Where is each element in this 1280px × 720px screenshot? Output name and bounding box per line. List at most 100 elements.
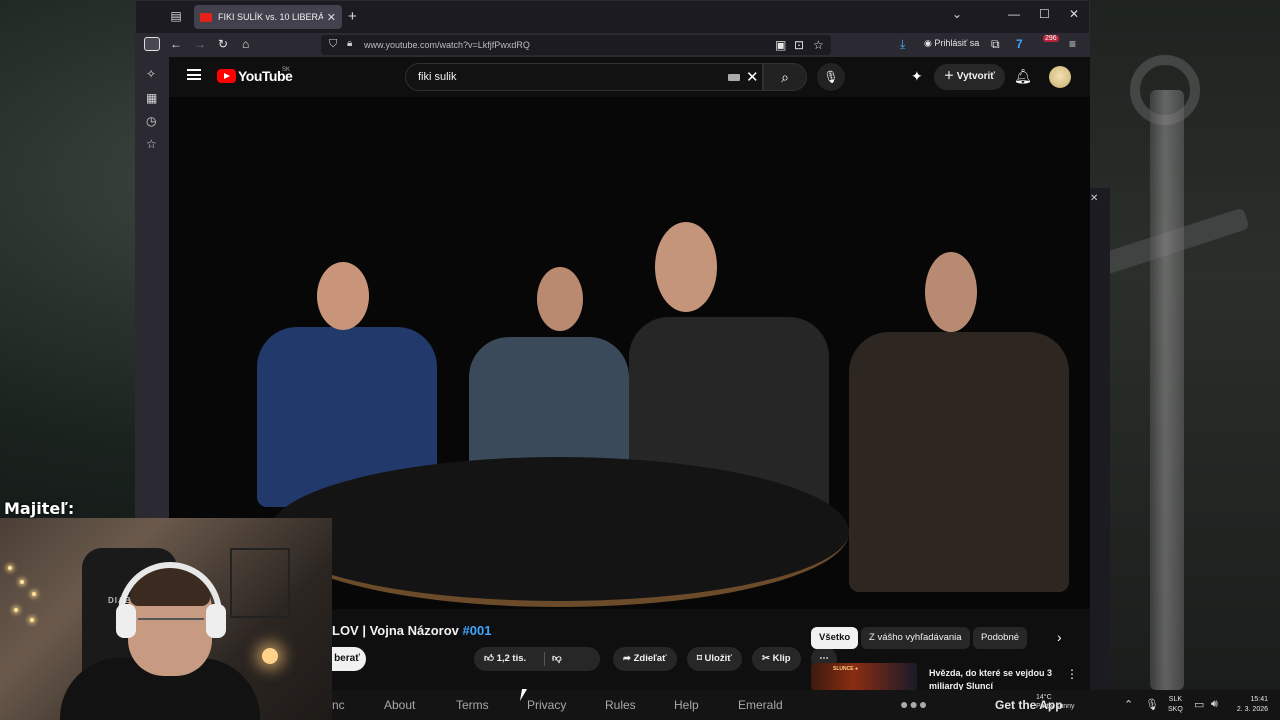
save-button[interactable]: ⌑ Uložiť <box>687 647 742 671</box>
maximize-icon[interactable]: ☐ <box>1039 7 1050 21</box>
extension-badge: 296 <box>1043 35 1059 42</box>
clip-button[interactable]: ✂ Klip <box>752 647 801 671</box>
premium-sparkle-icon[interactable]: ✦ <box>911 68 923 85</box>
bookmarks-icon[interactable]: ☆ <box>146 137 157 151</box>
shield-icon[interactable]: ⛉ <box>329 38 337 51</box>
list-all-tabs-icon[interactable]: ⌄ <box>952 7 962 21</box>
bookmark-star-icon[interactable]: ☆ <box>813 38 824 52</box>
new-tab-icon[interactable]: + <box>348 8 357 25</box>
clock-date: 2. 3. 2026 <box>1236 706 1268 713</box>
more-dots-icon[interactable]: ●●● <box>900 696 928 712</box>
lock-icon[interactable]: 🔒︎ <box>347 38 352 49</box>
url-text: www.youtube.com/watch?v=LkfjfPwxdRQ <box>364 40 530 50</box>
footer-link-rules[interactable]: Rules <box>605 698 636 712</box>
notifications-bell-icon[interactable]: 🔔︎ <box>1014 68 1032 85</box>
create-label: Vytvoriť <box>956 71 996 82</box>
like-button[interactable]: 👍︎ 1,2 tis. <box>484 653 526 664</box>
fairy-light <box>30 618 34 622</box>
footer-link-emerald[interactable]: Emerald <box>738 698 783 712</box>
home-icon[interactable]: ⌂ <box>242 37 249 51</box>
extension-7tv-icon[interactable]: 7 <box>1016 37 1023 51</box>
chips-next-chevron-icon[interactable]: › <box>1057 629 1062 645</box>
footer-link-inc[interactable]: nc <box>332 698 345 712</box>
app-menu-icon[interactable]: ≡ <box>1069 37 1076 51</box>
minimize-icon[interactable]: — <box>1008 7 1020 21</box>
extensions-icon[interactable]: ⧉ <box>991 37 1000 52</box>
share-button[interactable]: ➦ Zdieľať <box>613 647 677 671</box>
search-button[interactable]: ⌕ <box>763 63 807 91</box>
footer-link-terms[interactable]: Terms <box>456 698 489 712</box>
weather-desc: Partly sunny <box>1036 703 1075 710</box>
mic-tray-icon[interactable]: 🎙︎ <box>1145 698 1159 711</box>
avatar[interactable] <box>1049 66 1071 88</box>
clock[interactable]: 15:41 2. 3. 2026 <box>1232 695 1268 715</box>
youtube-logo-icon[interactable] <box>217 69 236 83</box>
chip-all[interactable]: Všetko <box>811 627 859 649</box>
recommendation-more-icon[interactable]: ⋮ <box>1066 667 1078 681</box>
tab-youtube[interactable]: FIKI SULÍK vs. 10 LIBERÁLOV | V... ✕ <box>194 5 342 29</box>
sign-in-button[interactable]: ◉ Prihlásiť sa <box>924 38 979 49</box>
subscribe-button[interactable]: berať <box>332 647 366 671</box>
forward-icon[interactable]: → <box>194 37 206 51</box>
hamburger-menu-icon[interactable] <box>187 69 201 80</box>
display-tray-icon[interactable]: ▭ <box>1194 698 1204 711</box>
chip-related[interactable]: Podobné <box>973 627 1028 649</box>
video-title: LOV | Vojna Názorov #001 <box>332 623 491 638</box>
footer-link-privacy[interactable]: Privacy <box>527 698 566 712</box>
chip-from-search[interactable]: Z vášho vyhľadávania <box>861 627 970 649</box>
save-label: Uložiť <box>704 653 732 664</box>
webcam-shelf <box>230 548 290 618</box>
synced-tabs-icon[interactable]: ▦ <box>146 91 157 105</box>
fairy-light <box>20 580 24 584</box>
tray-chevron-icon[interactable]: ⌃ <box>1124 698 1133 711</box>
thumbnail-text: SLUNCE ● <box>833 666 858 672</box>
background-window-close-icon[interactable]: ✕ <box>1090 193 1100 204</box>
video-person-3-head <box>655 222 717 312</box>
language-top: SLK <box>1168 696 1183 703</box>
language-indicator[interactable]: SLK SKQ <box>1168 695 1183 715</box>
webcam-lamp <box>262 648 278 664</box>
background-window-strip <box>1090 188 1110 688</box>
youtube-header: YouTube SK fiki sulik ✕ ⌕ 🎙︎ ✦ ＋ Vytvori… <box>169 57 1090 97</box>
like-divider <box>544 652 545 666</box>
keyboard-icon[interactable] <box>728 74 740 81</box>
language-bottom: SKQ <box>1168 706 1183 713</box>
webcam-label: Majiteľ: <box>4 499 75 518</box>
weather-temp: 14°C <box>1036 694 1052 701</box>
weather-widget[interactable]: 14°C Partly sunny <box>1036 693 1075 711</box>
reader-view-icon[interactable]: ▣ <box>775 38 786 52</box>
recommendation-thumbnail[interactable]: SLUNCE ● <box>811 663 917 691</box>
voice-search-mic-icon[interactable]: 🎙︎ <box>817 63 845 91</box>
history-icon[interactable]: ◷ <box>146 114 156 128</box>
dislike-button[interactable]: 👎︎ <box>552 647 562 671</box>
clear-search-icon[interactable]: ✕ <box>746 68 759 86</box>
sign-in-label: Prihlásiť sa <box>934 38 980 48</box>
tab-close-icon[interactable]: ✕ <box>327 11 336 24</box>
fairy-light <box>14 608 18 612</box>
back-icon[interactable]: ← <box>170 37 182 51</box>
video-hashtag[interactable]: #001 <box>463 623 492 638</box>
screenshot-icon[interactable]: ⊡ <box>794 38 804 52</box>
downloads-icon[interactable]: ⤓ <box>900 37 905 52</box>
close-window-icon[interactable]: ✕ <box>1069 7 1079 21</box>
search-input[interactable]: fiki sulik ✕ <box>405 63 763 91</box>
headphone-left-cup <box>116 604 136 638</box>
address-bar[interactable]: ⛉ 🔒︎ www.youtube.com/watch?v=LkfjfPwxdRQ… <box>321 35 831 55</box>
ai-chat-icon[interactable]: ✧ <box>146 67 156 81</box>
reload-icon[interactable]: ↻ <box>218 37 228 51</box>
tab-list-icon[interactable]: ▤ <box>168 9 184 25</box>
fairy-light <box>8 566 12 570</box>
tab-title: FIKI SULÍK vs. 10 LIBERÁLOV | V... <box>218 12 323 22</box>
headphone-right-cup <box>206 604 226 638</box>
video-person-1-head <box>317 262 369 330</box>
footer-link-help[interactable]: Help <box>674 698 699 712</box>
like-count: 1,2 tis. <box>496 653 527 664</box>
sidebar-toggle-icon[interactable] <box>144 37 160 51</box>
volume-icon[interactable]: 🔊︎ <box>1211 698 1218 711</box>
video-table <box>269 457 849 607</box>
webcam-overlay: DIAB <box>0 518 332 720</box>
recommendation-title[interactable]: Hvězda, do které se vejdou 3 miliardy Sl… <box>929 667 1059 691</box>
wallpaper-sword <box>1150 90 1184 690</box>
create-button[interactable]: ＋ Vytvoriť <box>934 64 1006 90</box>
footer-link-about[interactable]: About <box>384 698 415 712</box>
